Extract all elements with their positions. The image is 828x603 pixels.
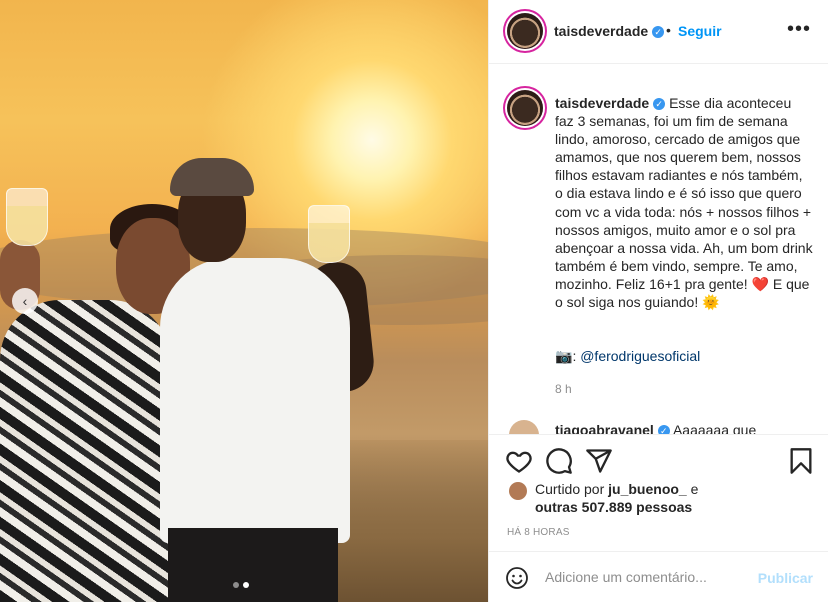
- caption: taisdeverdade ✓ Esse dia aconteceu faz 3 …: [555, 94, 813, 311]
- caption-time: 8 h: [555, 382, 572, 396]
- post-photo[interactable]: ‹: [0, 0, 488, 602]
- follow-button[interactable]: Seguir: [678, 23, 722, 39]
- likes-prefix: Curtido por: [535, 481, 605, 497]
- carousel-dot: [233, 582, 239, 588]
- man-pants: [168, 528, 338, 602]
- bookmark-icon[interactable]: [787, 447, 815, 475]
- post-side-panel: taisdeverdade ✓ • Seguir ••• taisdeverdad…: [488, 0, 828, 602]
- action-bar: [489, 434, 828, 485]
- comment-item: tiagoabravanel ✓ Aaaaaaa que: [555, 422, 756, 434]
- woman-dress: [0, 300, 170, 602]
- man-cap: [170, 158, 254, 196]
- post-timestamp: HÁ 8 HORAS: [507, 527, 570, 538]
- comment-input[interactable]: [545, 569, 745, 585]
- avatar[interactable]: [507, 13, 543, 49]
- comment-text: Aaaaaaa que: [672, 422, 757, 434]
- likes-and: e: [690, 481, 699, 497]
- sun-emoji-icon: 🌞: [702, 294, 720, 311]
- chevron-left-icon[interactable]: ‹: [12, 288, 38, 314]
- carousel-dots: [233, 582, 249, 588]
- emoji-icon[interactable]: [505, 566, 529, 590]
- post-author[interactable]: taisdeverdade ✓: [554, 23, 665, 39]
- avatar[interactable]: [509, 482, 527, 500]
- credit-colon: :: [572, 348, 577, 364]
- caption-text: Esse dia aconteceu faz 3 semanas, foi um…: [555, 95, 813, 292]
- mention-link[interactable]: @ferodriguesoficial: [580, 348, 700, 364]
- avatar[interactable]: [509, 420, 539, 434]
- comments-section[interactable]: taisdeverdade ✓ Esse dia aconteceu faz 3 …: [489, 64, 828, 434]
- comment-icon[interactable]: [545, 447, 573, 475]
- photo-credit: 📷: @ferodriguesoficial: [555, 348, 700, 365]
- caption-username[interactable]: taisdeverdade: [555, 95, 649, 111]
- camera-emoji-icon: 📷: [555, 348, 573, 364]
- man-white-shirt: [160, 258, 350, 543]
- heart-icon[interactable]: [505, 447, 533, 475]
- heart-emoji-icon: ❤️: [751, 275, 769, 292]
- username[interactable]: taisdeverdade: [554, 23, 648, 39]
- verified-badge-icon: ✓: [652, 26, 665, 38]
- verified-badge-icon: ✓: [653, 98, 666, 110]
- likes-summary: Curtido por ju_buenoo_ e outras 507.889 …: [535, 480, 698, 516]
- publish-button[interactable]: Publicar: [758, 570, 813, 586]
- separator-dot: •: [666, 22, 671, 38]
- carousel-dot-active: [243, 582, 249, 588]
- verified-badge-icon: ✓: [657, 425, 670, 434]
- instagram-post: ‹ taisdeverdade ✓ • Seguir ••• taisdeverd…: [0, 0, 828, 602]
- comment-username[interactable]: tiagoabravanel: [555, 422, 654, 434]
- post-header: taisdeverdade ✓ • Seguir •••: [489, 0, 828, 64]
- more-options-icon[interactable]: •••: [787, 18, 811, 41]
- wine-glass: [6, 188, 48, 246]
- wine-glass: [308, 205, 350, 263]
- likes-count[interactable]: outras 507.889 pessoas: [535, 499, 692, 515]
- share-icon[interactable]: [585, 447, 613, 475]
- liker-username[interactable]: ju_buenoo_: [608, 481, 687, 497]
- avatar[interactable]: [507, 90, 543, 126]
- add-comment-bar: Publicar: [489, 551, 828, 603]
